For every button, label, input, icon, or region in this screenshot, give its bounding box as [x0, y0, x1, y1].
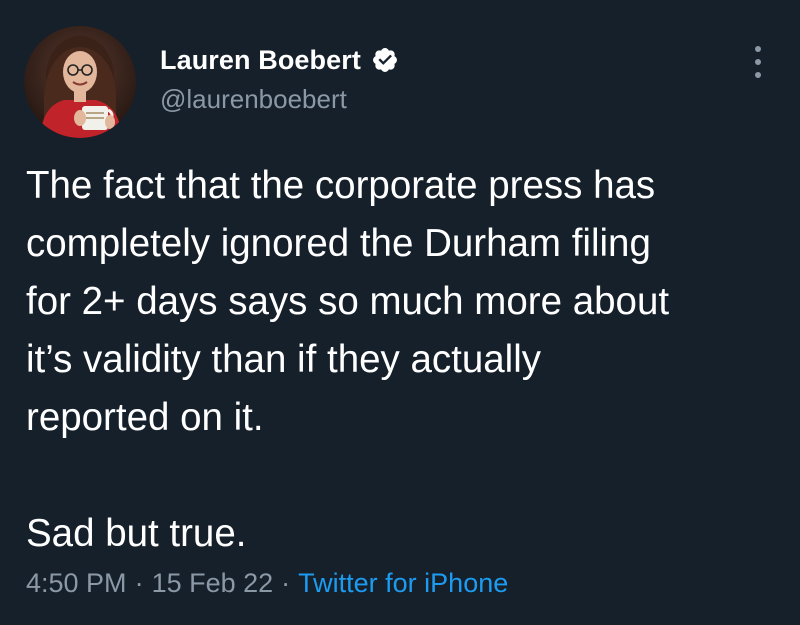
tweet-date[interactable]: 15 Feb 22	[152, 568, 274, 598]
author-handle[interactable]: @laurenboebert	[160, 84, 399, 115]
author-display-name[interactable]: Lauren Boebert	[160, 45, 361, 76]
tweet-time[interactable]: 4:50 PM	[26, 568, 127, 598]
tweet-card: Lauren Boebert @laurenboebert The fact t…	[0, 0, 800, 625]
more-dot	[755, 59, 761, 65]
more-dot	[755, 46, 761, 52]
tweet-text: The fact that the corporate press has co…	[26, 157, 786, 563]
tweet-paragraph-1: The fact that the corporate press has co…	[26, 164, 670, 439]
more-dot	[755, 72, 761, 78]
meta-separator: ·	[134, 568, 144, 598]
tweet-source-link[interactable]: Twitter for iPhone	[298, 568, 508, 598]
tweet-header: Lauren Boebert @laurenboebert	[24, 26, 776, 138]
tweet-paragraph-2: Sad but true.	[26, 512, 247, 555]
more-options-icon[interactable]	[752, 46, 764, 78]
meta-separator: ·	[281, 568, 291, 598]
verified-badge-icon	[371, 46, 399, 74]
display-name-row: Lauren Boebert	[160, 40, 399, 80]
avatar-image	[24, 26, 136, 138]
tweet-meta: 4:50 PM · 15 Feb 22 · Twitter for iPhone	[26, 568, 508, 599]
avatar[interactable]	[24, 26, 136, 138]
author-info: Lauren Boebert @laurenboebert	[160, 40, 399, 115]
